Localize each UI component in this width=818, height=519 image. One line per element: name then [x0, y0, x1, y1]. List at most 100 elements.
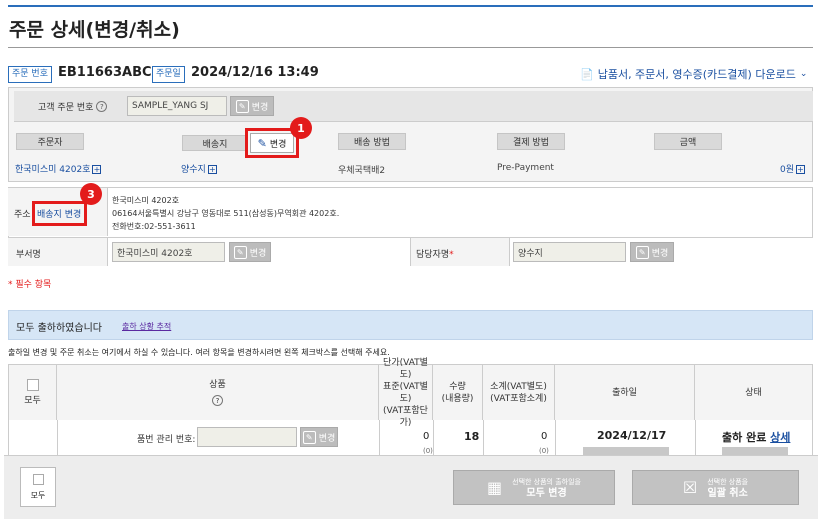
question-icon[interactable]: ? [212, 395, 223, 406]
change-all-small: 선택한 상품의 출하일을 [512, 477, 581, 486]
step-badge-3: 3 [80, 183, 102, 205]
title-separator [8, 47, 813, 48]
th-qty-1: 수량 [449, 381, 466, 392]
top-accent-line [8, 5, 813, 7]
row-unit-price: 0 [423, 431, 430, 442]
address-text: 한국미스미 4202호 06164서울특별시 강남구 영동대로 511(삼성동)… [112, 194, 339, 233]
cancel-box-icon: ☒ [682, 478, 698, 497]
footer-checkbox[interactable] [32, 473, 44, 485]
chevron-down-icon: ⌄ [799, 69, 808, 79]
th-subtotal: 소계(VAT별도) (VAT포함소계) [483, 365, 555, 420]
customer-order-change-button[interactable]: ✎ 변경 [230, 96, 274, 116]
manager-change-button[interactable]: ✎ 변경 [630, 242, 674, 262]
th-subtotal-2: (VAT포함소계) [490, 393, 547, 404]
address-line-2: 06164서울특별시 강남구 영동대로 511(삼성동)무역회관 4202호. [112, 209, 340, 218]
manager-label-text: 담당자명 [416, 250, 450, 260]
col-payment: 결제 방법 [497, 133, 565, 150]
plus-icon[interactable]: + [92, 165, 102, 174]
orderer-value[interactable]: 한국미스미 4202호 + [15, 162, 102, 175]
manager-label: 담당자명* [416, 250, 454, 260]
customer-order-change-label: 변경 [251, 102, 269, 113]
manager-field[interactable]: 양수지 [513, 242, 626, 262]
order-date: 2024/12/16 13:49 [191, 65, 319, 80]
address-change-button[interactable]: 배송지 변경 [37, 207, 81, 220]
dept-change-button[interactable]: ✎ 변경 [229, 242, 271, 262]
row-ship-date: 2024/12/17 [597, 429, 667, 442]
plus-icon[interactable]: + [796, 165, 806, 174]
row-subtotal-sub: (0) [539, 447, 549, 455]
part-no-label: 품번 관리 번호: [137, 435, 196, 445]
ship-to-change-label: 변경 [269, 139, 287, 150]
select-all-label: 모두 [24, 395, 41, 406]
page-title: 주문 상세(변경/취소) [9, 19, 180, 41]
change-all-label: 모두 변경 [526, 487, 567, 499]
order-items-table: 모두 상품 ? 단가(VAT별도) 표준(VAT별도) (VAT포함단가) 수량… [8, 358, 813, 456]
cancel-small: 선택한 상품을 [707, 477, 749, 486]
step-badge-1: 1 [290, 117, 312, 139]
dept-change-label: 변경 [249, 248, 267, 259]
required-note: * 필수 항목 [8, 280, 52, 290]
customer-order-label: 고객 주문 번호 [38, 103, 94, 113]
question-icon[interactable]: ? [96, 101, 108, 112]
col-amount: 금액 [654, 133, 722, 150]
order-number: EB11663ABC [58, 65, 152, 80]
part-no-change-label: 변경 [318, 433, 336, 444]
edit-icon: ✎ [635, 245, 649, 259]
amount-value-text: 0원 [780, 165, 795, 175]
order-date-tag: 주문일 [152, 66, 185, 83]
th-qty: 수량 (내용량) [433, 365, 483, 420]
th-status: 상태 [695, 365, 812, 420]
edit-icon: ✎ [302, 430, 316, 444]
orderer-value-text: 한국미스미 4202호 [15, 165, 91, 175]
edit-icon: ✎ [233, 245, 247, 259]
part-no-field[interactable] [197, 427, 297, 447]
part-no-change-button[interactable]: ✎ 변경 [300, 427, 338, 447]
ship-to-value-text: 양수지 [181, 165, 206, 175]
dept-field[interactable]: 한국미스미 4202호 [112, 242, 225, 262]
th-unit-price-1: 단가(VAT별도) [383, 357, 428, 380]
row-subtotal: 0 [541, 431, 548, 442]
address-label: 주소 [14, 210, 31, 220]
col-divider [57, 420, 58, 456]
th-unit-price-3: (VAT포함단가) [383, 405, 428, 428]
col-ship-method: 배송 방법 [338, 133, 406, 150]
col-divider [483, 420, 484, 456]
row-unit-price-sub: (0) [423, 447, 433, 455]
th-qty-2: (내용량) [441, 393, 474, 404]
download-link[interactable]: 📄 납품서, 주문서, 영수증(카드결제) 다운로드 ⌄ [580, 66, 807, 82]
th-product: 상품 ? [57, 365, 379, 420]
col-divider [379, 420, 380, 456]
row-qty: 18 [464, 430, 480, 443]
shipping-status: 모두 출하하였습니다 [16, 323, 102, 334]
change-all-ship-date-button[interactable]: ▦ 선택한 상품의 출하일을 모두 변경 [453, 470, 615, 505]
ship-method-value: 우체국택배2 [338, 166, 386, 176]
footer-select-all[interactable]: 모두 [20, 467, 56, 507]
address-line-1: 한국미스미 4202호 [112, 196, 180, 205]
ship-to-change-button[interactable]: ✎ 변경 [250, 133, 294, 153]
order-number-tag: 주문 번호 [8, 66, 52, 83]
th-unit-price: 단가(VAT별도) 표준(VAT별도) (VAT포함단가) [379, 358, 433, 428]
edit-icon: ✎ [257, 136, 267, 150]
th-select-all: 모두 [9, 365, 57, 420]
amount-value[interactable]: 0원 + [780, 162, 806, 175]
customer-order-field[interactable]: SAMPLE_YANG SJ [127, 96, 227, 116]
col-ship-to: 배송지 [182, 135, 248, 151]
bulk-cancel-button[interactable]: ☒ 선택한 상품을 일괄 취소 [632, 470, 799, 505]
th-ship-date: 출하일 [555, 365, 695, 420]
row-status-text: 출하 완료 [722, 431, 767, 444]
pdf-icon: 📄 [580, 67, 594, 81]
select-all-checkbox[interactable] [26, 378, 39, 391]
col-divider [695, 420, 696, 456]
payment-value: Pre-Payment [497, 163, 554, 173]
ship-to-value[interactable]: 양수지 + [181, 162, 217, 175]
edit-icon: ✎ [235, 99, 249, 113]
status-detail-link[interactable]: 상세 [770, 431, 790, 444]
customer-order-label-wrap: 고객 주문 번호 ? [38, 100, 108, 113]
footer-select-all-label: 모두 [30, 490, 46, 500]
shipping-trace-link[interactable]: 출하 상황 추적 [122, 321, 171, 332]
col-divider [555, 420, 556, 456]
plus-icon[interactable]: + [207, 165, 217, 174]
th-product-label: 상품 [209, 380, 226, 390]
row-status: 출하 완료 상세 [722, 429, 790, 445]
col-divider [433, 420, 434, 456]
